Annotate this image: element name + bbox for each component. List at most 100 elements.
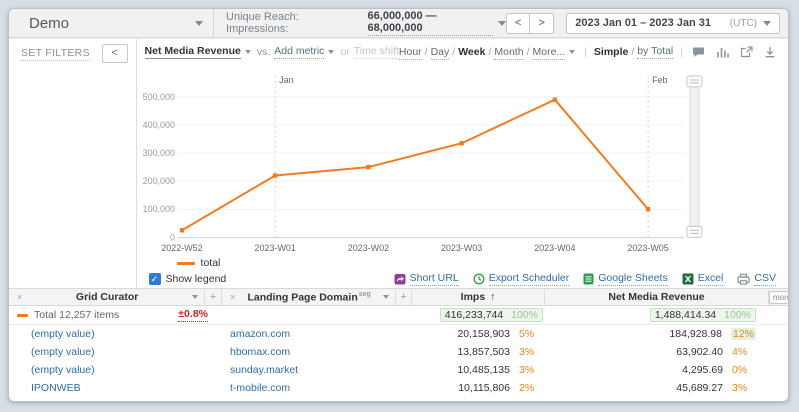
imps-cell: 20,158,9035%	[412, 328, 545, 340]
imps-value: 20,158,903	[457, 328, 510, 340]
revenue-pct: 12%	[731, 328, 756, 340]
export-csv[interactable]: CSV	[737, 272, 776, 286]
mode-simple[interactable]: Simple	[594, 46, 628, 58]
remove-column-icon[interactable]: ×	[17, 292, 22, 302]
top-bar: Demo Unique Reach: Impressions: 66,000,0…	[9, 9, 788, 38]
page-background: Demo Unique Reach: Impressions: 66,000,0…	[0, 0, 799, 412]
table-row: (empty value)amazon.com20,158,9035%184,9…	[9, 325, 788, 343]
main-row: SET FILTERS < Net Media Revenue vs. Add …	[9, 38, 788, 288]
bar-chart-icon[interactable]	[716, 46, 729, 58]
curator-cell[interactable]: IPONWEB	[9, 382, 222, 394]
imps-cell: 10,485,1353%	[412, 364, 545, 376]
column-header-net-media-revenue[interactable]: Net Media Revenue	[545, 289, 769, 305]
domain-cell[interactable]: t-mobile.com	[222, 382, 412, 394]
chevron-down-icon[interactable]	[383, 295, 389, 299]
checkbox-checked-icon[interactable]: ✓	[149, 273, 161, 285]
chevron-down-icon[interactable]	[192, 295, 198, 299]
chevron-down-icon	[763, 21, 771, 26]
revenue-cell: 4,295.690%	[545, 364, 769, 376]
y-zoom-slider[interactable]	[686, 76, 701, 237]
separator: /	[488, 46, 491, 58]
table-row: (empty value)sunday.market10,485,1353%4,…	[9, 361, 788, 379]
download-icon[interactable]	[764, 46, 776, 58]
revenue-chart[interactable]: 0100,000200,000300,000400,000500,000JanF…	[137, 66, 711, 256]
remove-column-icon[interactable]: ×	[230, 292, 235, 302]
imps-cell: 10,115,8062%	[412, 382, 545, 394]
mode-by-total[interactable]: by Total	[637, 45, 673, 59]
total-imps-pct: 100%	[511, 309, 538, 321]
sampling-error-badge[interactable]: ±0.8%	[178, 308, 208, 322]
sheets-icon	[583, 273, 594, 285]
workspace-selector[interactable]: Demo	[9, 9, 214, 37]
date-range-picker[interactable]: 2023 Jan 01 – 2023 Jan 31 (UTC)	[566, 13, 780, 34]
separator: /	[527, 46, 530, 58]
table-header: × Grid Curator + × Landing Page Domainse…	[9, 289, 788, 306]
column-label: Landing Page Domain	[247, 291, 357, 303]
external-link-icon[interactable]	[740, 46, 753, 58]
chevron-down-icon	[195, 21, 203, 26]
export-link-label: CSV	[754, 272, 776, 286]
timezone-label: (UTC)	[730, 18, 757, 29]
svg-text:200,000: 200,000	[142, 176, 174, 186]
export-link-label: Google Sheets	[598, 272, 667, 286]
revenue-value: 63,902.40	[676, 346, 723, 358]
share-icon	[394, 273, 406, 285]
sort-ascending-icon: ↑	[490, 291, 495, 303]
add-column-button[interactable]: +	[205, 289, 222, 305]
date-range-value: 2023 Jan 01 – 2023 Jan 31	[575, 17, 730, 29]
column-header-imps[interactable]: Imps ↑	[412, 289, 545, 305]
set-filters-link[interactable]: SET FILTERS	[21, 47, 90, 61]
export-google-sheets[interactable]: Google Sheets	[583, 272, 667, 286]
revenue-cell: 45,689.273%	[545, 382, 769, 394]
domain-cell[interactable]: sunday.market	[222, 364, 412, 376]
export-export-scheduler[interactable]: Export Scheduler	[473, 272, 570, 286]
divider: |	[584, 46, 587, 58]
total-revenue-box: 1,488,414.34 100%	[650, 308, 756, 322]
granularity-more[interactable]: More...	[532, 46, 565, 60]
curator-cell[interactable]: (empty value)	[9, 364, 222, 376]
svg-text:300,000: 300,000	[142, 148, 174, 158]
chart-legend[interactable]: total	[137, 256, 788, 270]
clock-icon	[473, 273, 485, 285]
domain-cell[interactable]: amazon.com	[222, 328, 412, 340]
revenue-cell: 184,928.9812%	[545, 328, 769, 340]
show-legend-toggle[interactable]: ✓ Show legend	[149, 273, 227, 285]
add-metric-link[interactable]: Add metric	[274, 45, 324, 59]
svg-text:2023-W01: 2023-W01	[254, 243, 295, 253]
granularity-day[interactable]: Day	[431, 46, 450, 60]
export-short-url[interactable]: Short URL	[394, 272, 459, 286]
chart-panel: Net Media Revenue vs. Add metric or Time…	[137, 39, 788, 288]
column-header-landing-page-domain[interactable]: × Landing Page Domainseg	[222, 289, 396, 305]
column-label: Grid Curator	[26, 291, 188, 303]
imps-value: 10,485,135	[457, 364, 510, 376]
reach-filter-label: Unique Reach: Impressions:	[226, 11, 363, 35]
reach-filter[interactable]: Unique Reach: Impressions: 66,000,000 — …	[226, 10, 506, 36]
imps-value: 13,857,503	[457, 346, 510, 358]
prev-period-button[interactable]: <	[506, 13, 530, 34]
granularity-hour[interactable]: Hour	[399, 46, 422, 60]
chart-toolbar: Net Media Revenue vs. Add metric or Time…	[137, 39, 788, 66]
collapse-sidebar-button[interactable]: <	[102, 44, 128, 63]
comment-icon[interactable]	[692, 46, 705, 58]
more-columns-button[interactable]: more	[769, 291, 789, 304]
total-revenue-pct: 100%	[724, 309, 751, 321]
svg-text:2022-W52: 2022-W52	[161, 243, 202, 253]
export-excel[interactable]: Excel	[682, 272, 724, 286]
series-color-swatch	[17, 314, 28, 317]
svg-text:2023-W03: 2023-W03	[441, 243, 482, 253]
curator-cell[interactable]: (empty value)	[9, 328, 222, 340]
granularity-month[interactable]: Month	[494, 46, 523, 60]
next-period-button[interactable]: >	[530, 13, 554, 34]
domain-cell[interactable]: hbomax.com	[222, 346, 412, 358]
workspace-name: Demo	[29, 15, 195, 32]
time-shift-link[interactable]: Time shift	[354, 45, 399, 59]
column-header-grid-curator[interactable]: × Grid Curator	[9, 289, 205, 305]
total-items-label: Total 12,257 items	[34, 309, 178, 321]
separator: /	[452, 46, 455, 58]
add-column-button[interactable]: +	[396, 289, 412, 305]
chevron-down-icon	[569, 50, 575, 54]
metric-selector[interactable]: Net Media Revenue	[145, 45, 241, 59]
svg-text:Feb: Feb	[652, 75, 667, 85]
granularity-week[interactable]: Week	[458, 46, 485, 58]
curator-cell[interactable]: (empty value)	[9, 346, 222, 358]
